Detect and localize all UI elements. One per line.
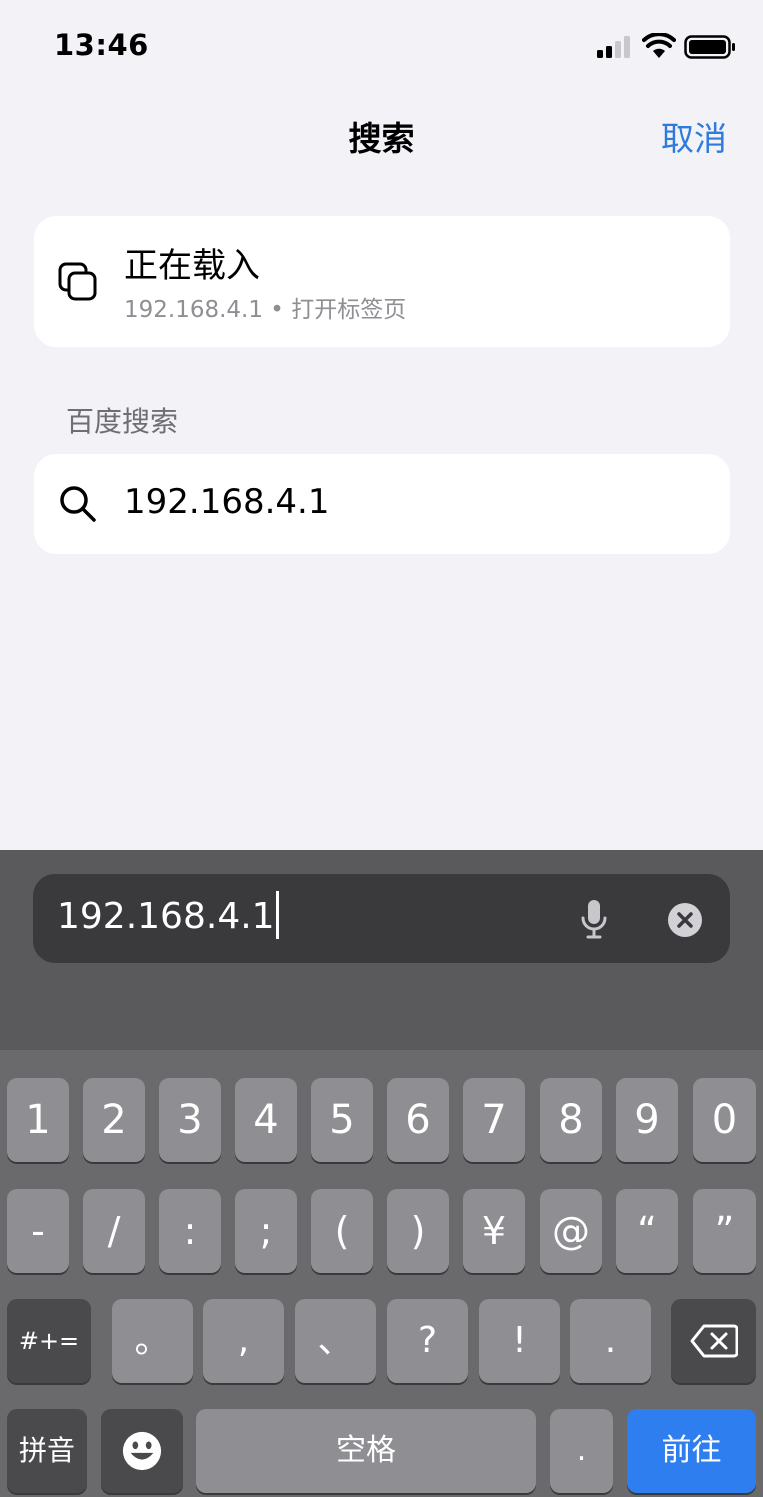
- clear-icon[interactable]: [667, 902, 703, 938]
- key-symbols[interactable]: #+=: [7, 1299, 91, 1383]
- key-exclamation[interactable]: !: [479, 1299, 560, 1383]
- search-suggestion-text: 192.168.4.1: [124, 482, 330, 522]
- tab-result-title: 正在载入: [124, 246, 260, 286]
- search-icon: [60, 486, 96, 522]
- key-close-paren[interactable]: ): [387, 1189, 449, 1273]
- key-8[interactable]: 8: [540, 1078, 602, 1162]
- key-1[interactable]: 1: [7, 1078, 69, 1162]
- page-title: 搜索: [348, 119, 415, 158]
- go-button[interactable]: 前往: [627, 1409, 756, 1493]
- key-9[interactable]: 9: [616, 1078, 678, 1162]
- key-question[interactable]: ?: [387, 1299, 468, 1383]
- key-5[interactable]: 5: [311, 1078, 373, 1162]
- status-bar: 13:46: [0, 0, 763, 90]
- emoji-key[interactable]: [101, 1409, 183, 1493]
- address-input[interactable]: 192.168.4.1: [57, 891, 279, 939]
- cancel-button[interactable]: 取消: [661, 112, 727, 160]
- section-header: 百度搜索: [66, 405, 179, 438]
- key-slash[interactable]: /: [83, 1189, 145, 1273]
- key-3[interactable]: 3: [159, 1078, 221, 1162]
- key-enumeration-comma[interactable]: 、: [295, 1299, 376, 1383]
- key-open-quote[interactable]: “: [616, 1189, 678, 1273]
- address-value: 192.168.4.1: [57, 896, 275, 937]
- space-key[interactable]: 空格: [196, 1409, 536, 1493]
- key-2[interactable]: 2: [83, 1078, 145, 1162]
- keyboard: 192.168.4.1 1 2 3 4 5 6 7 8 9 0 - / : ; …: [0, 850, 763, 1497]
- delete-icon: [690, 1324, 738, 1358]
- key-semicolon[interactable]: ;: [235, 1189, 297, 1273]
- text-caret: [275, 891, 279, 939]
- key-period[interactable]: .: [570, 1299, 651, 1383]
- key-pinyin[interactable]: 拼音: [7, 1409, 87, 1493]
- tab-result-subtitle: 192.168.4.1 • 打开标签页: [124, 297, 407, 323]
- key-dash[interactable]: -: [7, 1189, 69, 1273]
- cellular-signal-icon: [597, 36, 630, 58]
- open-tab-result[interactable]: 正在载入 192.168.4.1 • 打开标签页: [34, 216, 730, 347]
- emoji-icon: [122, 1431, 162, 1471]
- key-comma[interactable]: ,: [203, 1299, 284, 1383]
- tabs-icon: [58, 262, 97, 301]
- key-7[interactable]: 7: [463, 1078, 525, 1162]
- key-at[interactable]: @: [540, 1189, 602, 1273]
- key-yen[interactable]: ¥: [463, 1189, 525, 1273]
- key-6[interactable]: 6: [387, 1078, 449, 1162]
- search-suggestion[interactable]: 192.168.4.1: [34, 454, 730, 554]
- key-0[interactable]: 0: [693, 1078, 756, 1162]
- key-colon[interactable]: :: [159, 1189, 221, 1273]
- address-bar-area: 192.168.4.1: [0, 850, 763, 1050]
- wifi-icon: [642, 33, 676, 58]
- battery-icon: [684, 35, 735, 59]
- delete-key[interactable]: [671, 1299, 756, 1383]
- microphone-icon[interactable]: [579, 898, 609, 940]
- key-close-quote[interactable]: ”: [693, 1189, 756, 1273]
- address-bar[interactable]: 192.168.4.1: [33, 874, 730, 963]
- status-time: 13:46: [54, 28, 149, 62]
- key-open-paren[interactable]: (: [311, 1189, 373, 1273]
- key-4[interactable]: 4: [235, 1078, 297, 1162]
- key-ideographic-period[interactable]: 。: [112, 1299, 193, 1383]
- key-dot[interactable]: .: [550, 1409, 613, 1493]
